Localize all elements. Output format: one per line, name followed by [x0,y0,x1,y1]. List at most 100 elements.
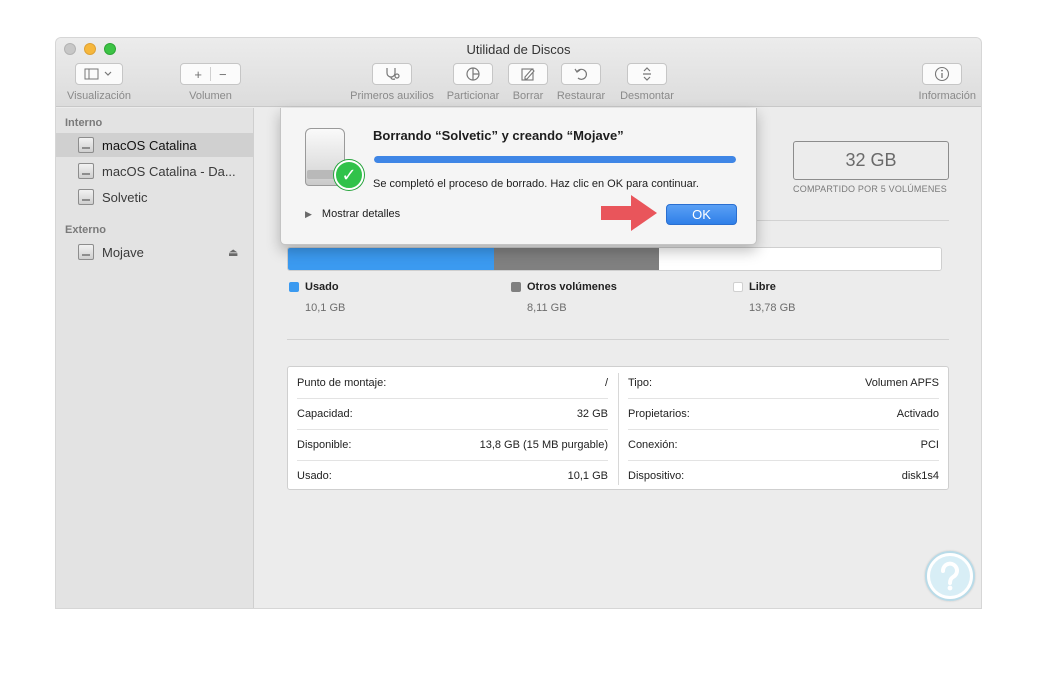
info-value: Activado [896,407,939,420]
info-value: / [604,376,608,389]
first-aid-button[interactable] [372,63,412,85]
show-details-toggle[interactable]: ▶ Mostrar detalles [305,208,400,220]
unmount-label: Desmontar [620,90,674,102]
capacity-box: 32 GB [793,141,949,180]
segment-divider [210,67,211,81]
row-separator [297,460,608,461]
erase-pencil-icon [521,68,535,81]
column-divider [618,373,619,485]
info-label: Información [918,90,976,102]
sidebar: Interno macOS Catalina macOS Catalina - … [56,108,254,608]
info-row-device: Dispositivo: disk1s4 [628,460,939,491]
internal-disk-icon [78,137,94,153]
info-label: Conexión: [628,438,678,451]
restore-button[interactable] [561,63,601,85]
info-row-owners: Propietarios: Activado [628,398,939,429]
sidebar-item-label: macOS Catalina [102,137,197,153]
add-volume-button[interactable]: + [194,67,202,82]
info-value: 32 GB [576,407,608,420]
info-label: Capacidad: [297,407,353,420]
sidebar-item-label: Mojave [102,244,144,260]
partition-button[interactable] [453,63,493,85]
external-section-header: Externo [65,224,106,236]
partition-label: Particionar [446,90,500,102]
info-button[interactable] [922,63,962,85]
solvetic-logo [925,551,975,601]
row-separator [297,429,608,430]
info-row-capacity: Capacidad: 32 GB [297,398,608,429]
legend-other-value: 8,11 GB [527,302,567,314]
usage-bar [287,247,942,271]
info-value: disk1s4 [901,469,939,482]
internal-disk-icon [78,189,94,205]
info-row-connection: Conexión: PCI [628,429,939,460]
legend-used-label: Usado [305,281,339,293]
sidebar-item-solvetic[interactable]: Solvetic [56,185,254,209]
sidebar-item-macos-catalina-data[interactable]: macOS Catalina - Da... [56,159,254,183]
usage-segment-other-volumes [494,248,659,270]
legend-other-label: Otros volúmenes [527,281,617,293]
sidebar-item-label: macOS Catalina - Da... [102,163,236,179]
external-disk-icon [78,244,94,260]
info-value: 10,1 GB [567,469,608,482]
erase-button[interactable] [508,63,548,85]
legend-used-value: 10,1 GB [305,302,346,314]
capacity-shared-caption: COMPARTIDO POR 5 VOLÚMENES [793,184,947,194]
legend-free-label: Libre [749,281,776,293]
volume-segmented-control[interactable]: + − [180,63,241,85]
unmount-button[interactable] [627,63,667,85]
usage-segment-used [288,248,494,270]
legend-free-value: 13,78 GB [749,302,796,314]
info-value: PCI [920,438,939,451]
info-icon [934,66,950,82]
legend-swatch-other-volumes [511,282,521,292]
row-separator [628,398,939,399]
restore-label: Restaurar [556,90,606,102]
row-separator [628,429,939,430]
title-bar: Utilidad de Discos Visualización + − Vol… [56,38,981,107]
sidebar-item-macos-catalina[interactable]: macOS Catalina [56,133,254,157]
internal-disk-icon [78,163,94,179]
row-separator [297,398,608,399]
legend-swatch-used [289,282,299,292]
dialog-title: Borrando “Solvetic” y creando “Mojave” [373,128,624,143]
remove-volume-button[interactable]: − [219,67,227,82]
partition-pie-icon [466,67,480,81]
row-separator [628,460,939,461]
unmount-icon [643,67,651,81]
info-label: Dispositivo: [628,469,685,482]
erase-label: Borrar [512,90,544,102]
volume-info-table: Punto de montaje: / Capacidad: 32 GB Dis… [287,366,949,490]
eject-icon[interactable]: ⏏ [228,246,238,259]
stethoscope-icon [386,68,400,81]
progress-fill [374,156,736,163]
info-row-mount-point: Punto de montaje: / [297,367,608,398]
info-value: 13,8 GB (15 MB purgable) [479,438,608,451]
info-value: Volumen APFS [865,376,939,389]
divider [287,339,949,340]
logo-glyph-icon [930,556,970,596]
volume-label: Volumen [189,90,232,102]
view-label: Visualización [66,90,131,102]
info-label: Propietarios: [628,407,690,420]
restore-arrow-icon [574,68,587,80]
sidebar-item-label: Solvetic [102,189,148,205]
internal-section-header: Interno [65,117,103,129]
info-label: Usado: [297,469,332,482]
info-label: Tipo: [628,376,653,389]
dialog-message: Se completó el proceso de borrado. Haz c… [373,178,699,190]
legend-swatch-free [733,282,743,292]
ok-button[interactable]: OK [666,204,737,225]
usage-segment-free [659,248,941,270]
show-details-label: Mostrar detalles [321,208,401,220]
erase-progress-bar [374,156,736,163]
info-row-used: Usado: 10,1 GB [297,460,608,491]
info-row-type: Tipo: Volumen APFS [628,367,939,398]
sidebar-item-mojave[interactable]: Mojave ⏏ [56,240,254,264]
view-button[interactable] [75,63,123,85]
info-label: Punto de montaje: [297,376,387,389]
sidebar-view-icon [84,68,112,80]
annotation-arrow-icon [601,195,657,231]
erase-complete-dialog: ✓ Borrando “Solvetic” y creando “Mojave”… [280,108,757,245]
info-row-available: Disponible: 13,8 GB (15 MB purgable) [297,429,608,460]
